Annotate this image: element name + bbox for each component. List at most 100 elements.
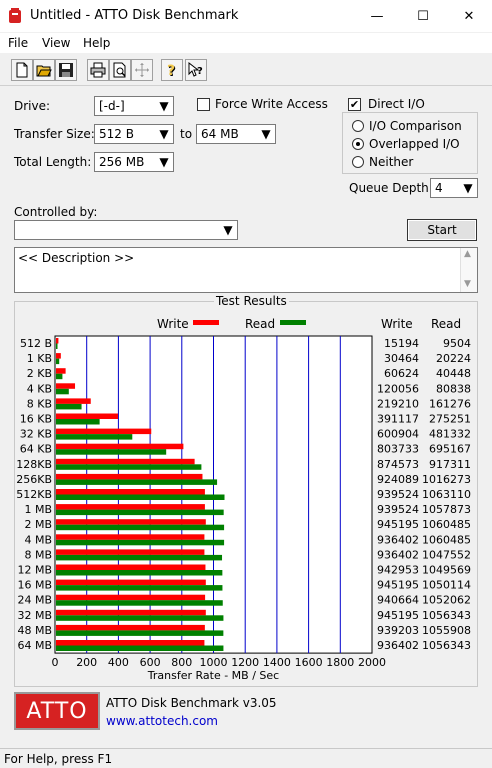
read-bar (56, 615, 224, 621)
force-write-checkbox[interactable] (197, 98, 210, 111)
drive-select[interactable]: [-d-] ▼ (94, 96, 174, 116)
read-bar (56, 630, 224, 636)
category-label: 128KB (16, 458, 52, 471)
neither-radio[interactable] (352, 156, 364, 168)
save-icon (59, 63, 73, 77)
write-bar (56, 473, 203, 480)
read-value: 1049569 (422, 564, 471, 577)
x-tick-label: 400 (108, 656, 129, 669)
status-bar: For Help, press F1 (0, 748, 492, 768)
logo-text: ATTO (26, 698, 88, 724)
category-label: 32 MB (17, 609, 52, 622)
menu-file[interactable]: File (8, 36, 28, 50)
read-value: 695167 (429, 443, 471, 456)
open-button[interactable] (33, 59, 55, 81)
start-button[interactable]: Start (407, 219, 477, 241)
write-bar (56, 594, 206, 601)
write-value: 939524 (377, 488, 419, 501)
transfer-size-label: Transfer Size: (14, 127, 95, 141)
chevron-down-icon: ▼ (463, 181, 473, 195)
description-scrollbar[interactable]: ▲ ▼ (460, 248, 477, 292)
category-label: 1 MB (24, 503, 52, 516)
read-value: 1050114 (422, 579, 471, 592)
x-tick-label: 1600 (295, 656, 323, 669)
write-value: 939524 (377, 503, 419, 516)
neither-label: Neither (369, 155, 414, 169)
minimize-button[interactable]: — (354, 0, 400, 32)
transfer-size-from-select[interactable]: 512 B ▼ (94, 124, 174, 144)
write-value: 120056 (377, 382, 419, 395)
write-bar (56, 609, 206, 616)
read-value: 1063110 (422, 488, 471, 501)
legend-write-swatch (193, 320, 219, 325)
print-button[interactable] (87, 59, 109, 81)
description-box[interactable]: << Description >> ▲ ▼ (14, 247, 478, 293)
menu-help[interactable]: Help (83, 36, 110, 50)
write-bar (56, 353, 61, 359)
write-value: 945195 (377, 518, 419, 531)
move-button[interactable] (131, 59, 153, 81)
maximize-button[interactable]: ☐ (400, 0, 446, 32)
write-column-header: Write (381, 317, 413, 331)
category-label: 8 MB (24, 548, 52, 561)
read-value: 275251 (429, 413, 471, 426)
read-value: 917311 (429, 458, 471, 471)
save-button[interactable] (55, 59, 77, 81)
write-value: 942953 (377, 564, 419, 577)
category-label: 16 MB (17, 579, 52, 592)
legend-read-swatch (280, 320, 306, 325)
write-bar (56, 428, 152, 435)
x-tick-label: 0 (52, 656, 59, 669)
new-file-icon (16, 62, 28, 78)
results-chart: Write Read Write Read 0 200 400 600 800 1000 1200 1… (16, 317, 471, 682)
print-preview-icon (113, 62, 126, 78)
read-value: 1055908 (422, 624, 471, 637)
close-button[interactable]: ✕ (446, 0, 492, 32)
x-tick-label: 800 (171, 656, 192, 669)
write-bar (56, 549, 205, 555)
read-bar (56, 358, 60, 365)
queue-depth-label: Queue Depth: (349, 181, 433, 195)
print-preview-button[interactable] (109, 59, 131, 81)
new-file-button[interactable] (11, 59, 33, 81)
x-tick-label: 1200 (231, 656, 259, 669)
read-bar (56, 373, 63, 380)
read-bar (56, 494, 225, 500)
chevron-down-icon: ▼ (223, 223, 233, 237)
read-value: 40448 (436, 367, 471, 380)
category-label: 1 KB (27, 352, 52, 365)
toolbar: ?? ? (0, 54, 492, 86)
help-button[interactable]: ?? (161, 59, 183, 81)
svg-text:?: ? (197, 66, 203, 77)
write-bar (56, 534, 205, 540)
scroll-up-icon: ▲ (464, 249, 471, 259)
read-value: 80838 (436, 382, 471, 395)
chevron-down-icon: ▼ (261, 127, 271, 141)
category-label: 256KB (16, 473, 52, 486)
website-link[interactable]: www.attotech.com (106, 714, 218, 728)
io-comparison-radio[interactable] (352, 120, 364, 132)
controlled-by-label: Controlled by: (14, 205, 98, 219)
transfer-size-to-select[interactable]: 64 MB ▼ (196, 124, 276, 144)
write-bar (56, 338, 59, 344)
chevron-down-icon: ▼ (159, 155, 169, 169)
controlled-by-select[interactable]: ▼ (14, 220, 238, 240)
category-label: 12 MB (17, 564, 52, 577)
read-bar (56, 419, 100, 425)
io-comparison-label: I/O Comparison (369, 119, 462, 133)
read-bar (56, 585, 223, 591)
chevron-down-icon: ▼ (159, 127, 169, 141)
read-value: 1057873 (422, 503, 471, 516)
menu-view[interactable]: View (42, 36, 70, 50)
direct-io-checkbox[interactable]: ✔ (348, 98, 361, 111)
overlapped-io-radio[interactable] (352, 138, 364, 150)
write-value: 936402 (377, 533, 419, 546)
context-help-icon: ? (188, 62, 203, 77)
read-bar (56, 479, 218, 485)
total-length-select[interactable]: 256 MB ▼ (94, 152, 174, 172)
context-help-button[interactable]: ? (185, 59, 207, 81)
category-label: 2 MB (24, 518, 52, 531)
queue-depth-select[interactable]: 4 ▼ (430, 178, 478, 198)
direct-io-label: Direct I/O (368, 97, 425, 111)
x-tick-label: 1400 (263, 656, 291, 669)
